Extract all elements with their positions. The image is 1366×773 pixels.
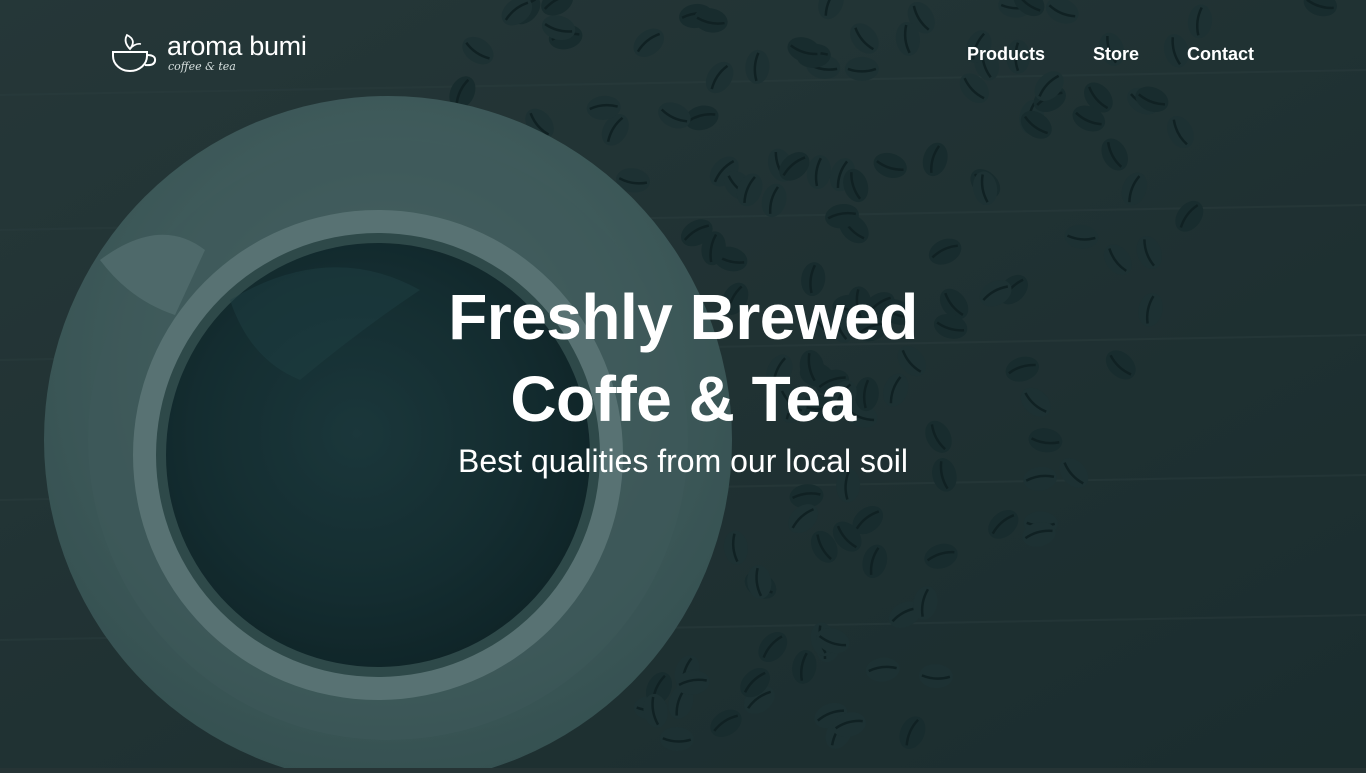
nav-link-products[interactable]: Products xyxy=(967,40,1045,68)
brand-tagline: coffee & tea xyxy=(168,60,236,73)
headline-line-2: Coffe & Tea xyxy=(510,363,856,435)
nav-link-contact[interactable]: Contact xyxy=(1187,40,1254,68)
main-navigation: Products Store Contact xyxy=(967,40,1254,68)
site-header: aroma bumi coffee & tea Products Store C… xyxy=(0,0,1366,110)
headline-line-1: Freshly Brewed xyxy=(448,281,918,353)
brand-name: aroma bumi xyxy=(167,31,307,61)
hero-content: Freshly Brewed Coffe & Tea Best qualitie… xyxy=(0,276,1366,480)
hero-headline: Freshly Brewed Coffe & Tea xyxy=(0,276,1366,440)
nav-link-store[interactable]: Store xyxy=(1093,40,1139,68)
hero-subheadline: Best qualities from our local soil xyxy=(458,443,908,479)
coffee-cup-icon xyxy=(112,33,157,72)
